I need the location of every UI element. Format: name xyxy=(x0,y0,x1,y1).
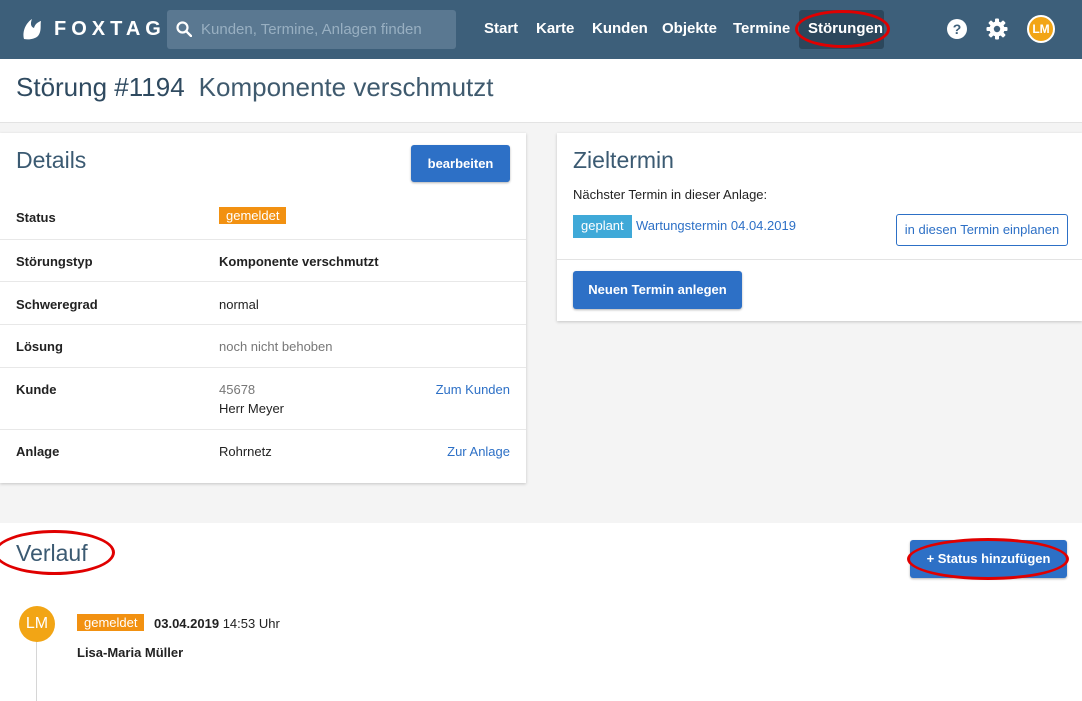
highlight-oval-stoerungen xyxy=(795,10,890,48)
search-icon xyxy=(176,21,192,37)
page-title: Störung #1194 Komponente verschmutzt xyxy=(16,72,493,103)
details-row-solution: Lösung noch nicht behoben xyxy=(0,325,526,368)
next-appointment-text: Nächster Termin in dieser Anlage: xyxy=(573,187,768,202)
details-card: Details bearbeiten Status gemeldet Störu… xyxy=(0,133,526,483)
brand-name: FOXTAG xyxy=(54,17,166,40)
nav-objekte[interactable]: Objekte xyxy=(662,20,717,37)
timeline-avatar: LM xyxy=(19,606,55,642)
customer-number: 45678 xyxy=(219,382,256,397)
user-avatar[interactable]: LM xyxy=(1027,15,1055,43)
divider xyxy=(557,259,1082,260)
help-icon[interactable]: ? xyxy=(946,18,968,40)
row-label: Status xyxy=(16,210,56,225)
svg-text:?: ? xyxy=(953,21,962,37)
timeline-user: Lisa-Maria Müller xyxy=(77,645,184,660)
row-label: Anlage xyxy=(16,444,60,459)
details-row-type: Störungstyp Komponente verschmutzt xyxy=(0,240,526,282)
row-label: Kunde xyxy=(16,382,57,397)
gear-icon[interactable] xyxy=(986,18,1008,40)
timeline-line xyxy=(36,640,37,701)
customer-name: Herr Meyer xyxy=(219,401,285,416)
row-label: Störungstyp xyxy=(16,254,93,269)
appointment-link[interactable]: Wartungstermin 04.04.2019 xyxy=(636,218,796,233)
incident-number: Störung #1194 xyxy=(16,72,185,102)
edit-button[interactable]: bearbeiten xyxy=(411,145,510,182)
asset-link[interactable]: Zur Anlage xyxy=(447,444,510,459)
nav-karte[interactable]: Karte xyxy=(536,20,574,37)
details-row-customer: Kunde 45678 Herr Meyer Zum Kunden xyxy=(0,368,526,430)
timeline-timestamp: 03.04.2019 14:53 Uhr xyxy=(154,616,280,631)
zieltermin-card: Zieltermin Nächster Termin in dieser Anl… xyxy=(557,133,1082,321)
row-value: Komponente verschmutzt xyxy=(219,254,379,269)
timeline-date: 03.04.2019 xyxy=(154,616,220,631)
timeline-status-badge: gemeldet xyxy=(77,614,145,631)
nav-kunden[interactable]: Kunden xyxy=(592,20,648,37)
customer-link[interactable]: Zum Kunden xyxy=(436,382,510,397)
highlight-oval-add-status xyxy=(907,538,1069,580)
row-value: noch nicht behoben xyxy=(219,339,333,354)
highlight-oval-verlauf xyxy=(0,530,115,575)
timeline-time: 14:53 Uhr xyxy=(222,616,280,631)
nav-start[interactable]: Start xyxy=(484,20,518,37)
planned-badge: geplant xyxy=(573,215,632,238)
nav-termine[interactable]: Termine xyxy=(733,20,790,37)
details-row-asset: Anlage Rohrnetz Zur Anlage xyxy=(0,430,526,473)
status-badge-label: gemeldet xyxy=(219,207,287,224)
top-navbar: FOXTAG Start Karte Kunden Objekte Termin… xyxy=(0,0,1082,59)
zieltermin-title: Zieltermin xyxy=(573,147,674,173)
search-input[interactable] xyxy=(201,10,451,49)
incident-subtitle: Komponente verschmutzt xyxy=(198,72,494,102)
row-value: Rohrnetz xyxy=(219,444,272,459)
details-title: Details xyxy=(16,147,87,173)
details-row-status: Status gemeldet xyxy=(0,195,526,240)
status-badge: gemeldet xyxy=(219,207,287,224)
search-box[interactable] xyxy=(167,10,456,49)
row-label: Schweregrad xyxy=(16,297,98,312)
page-header: Störung #1194 Komponente verschmutzt xyxy=(0,59,1082,123)
fox-logo-icon xyxy=(23,19,41,40)
new-appointment-button[interactable]: Neuen Termin anlegen xyxy=(573,271,742,309)
details-row-severity: Schweregrad normal xyxy=(0,282,526,325)
brand-logo[interactable]: FOXTAG xyxy=(20,17,166,41)
row-label: Lösung xyxy=(16,339,63,354)
row-value: normal xyxy=(219,297,259,312)
schedule-into-appointment-button[interactable]: in diesen Termin einplanen xyxy=(896,214,1068,246)
